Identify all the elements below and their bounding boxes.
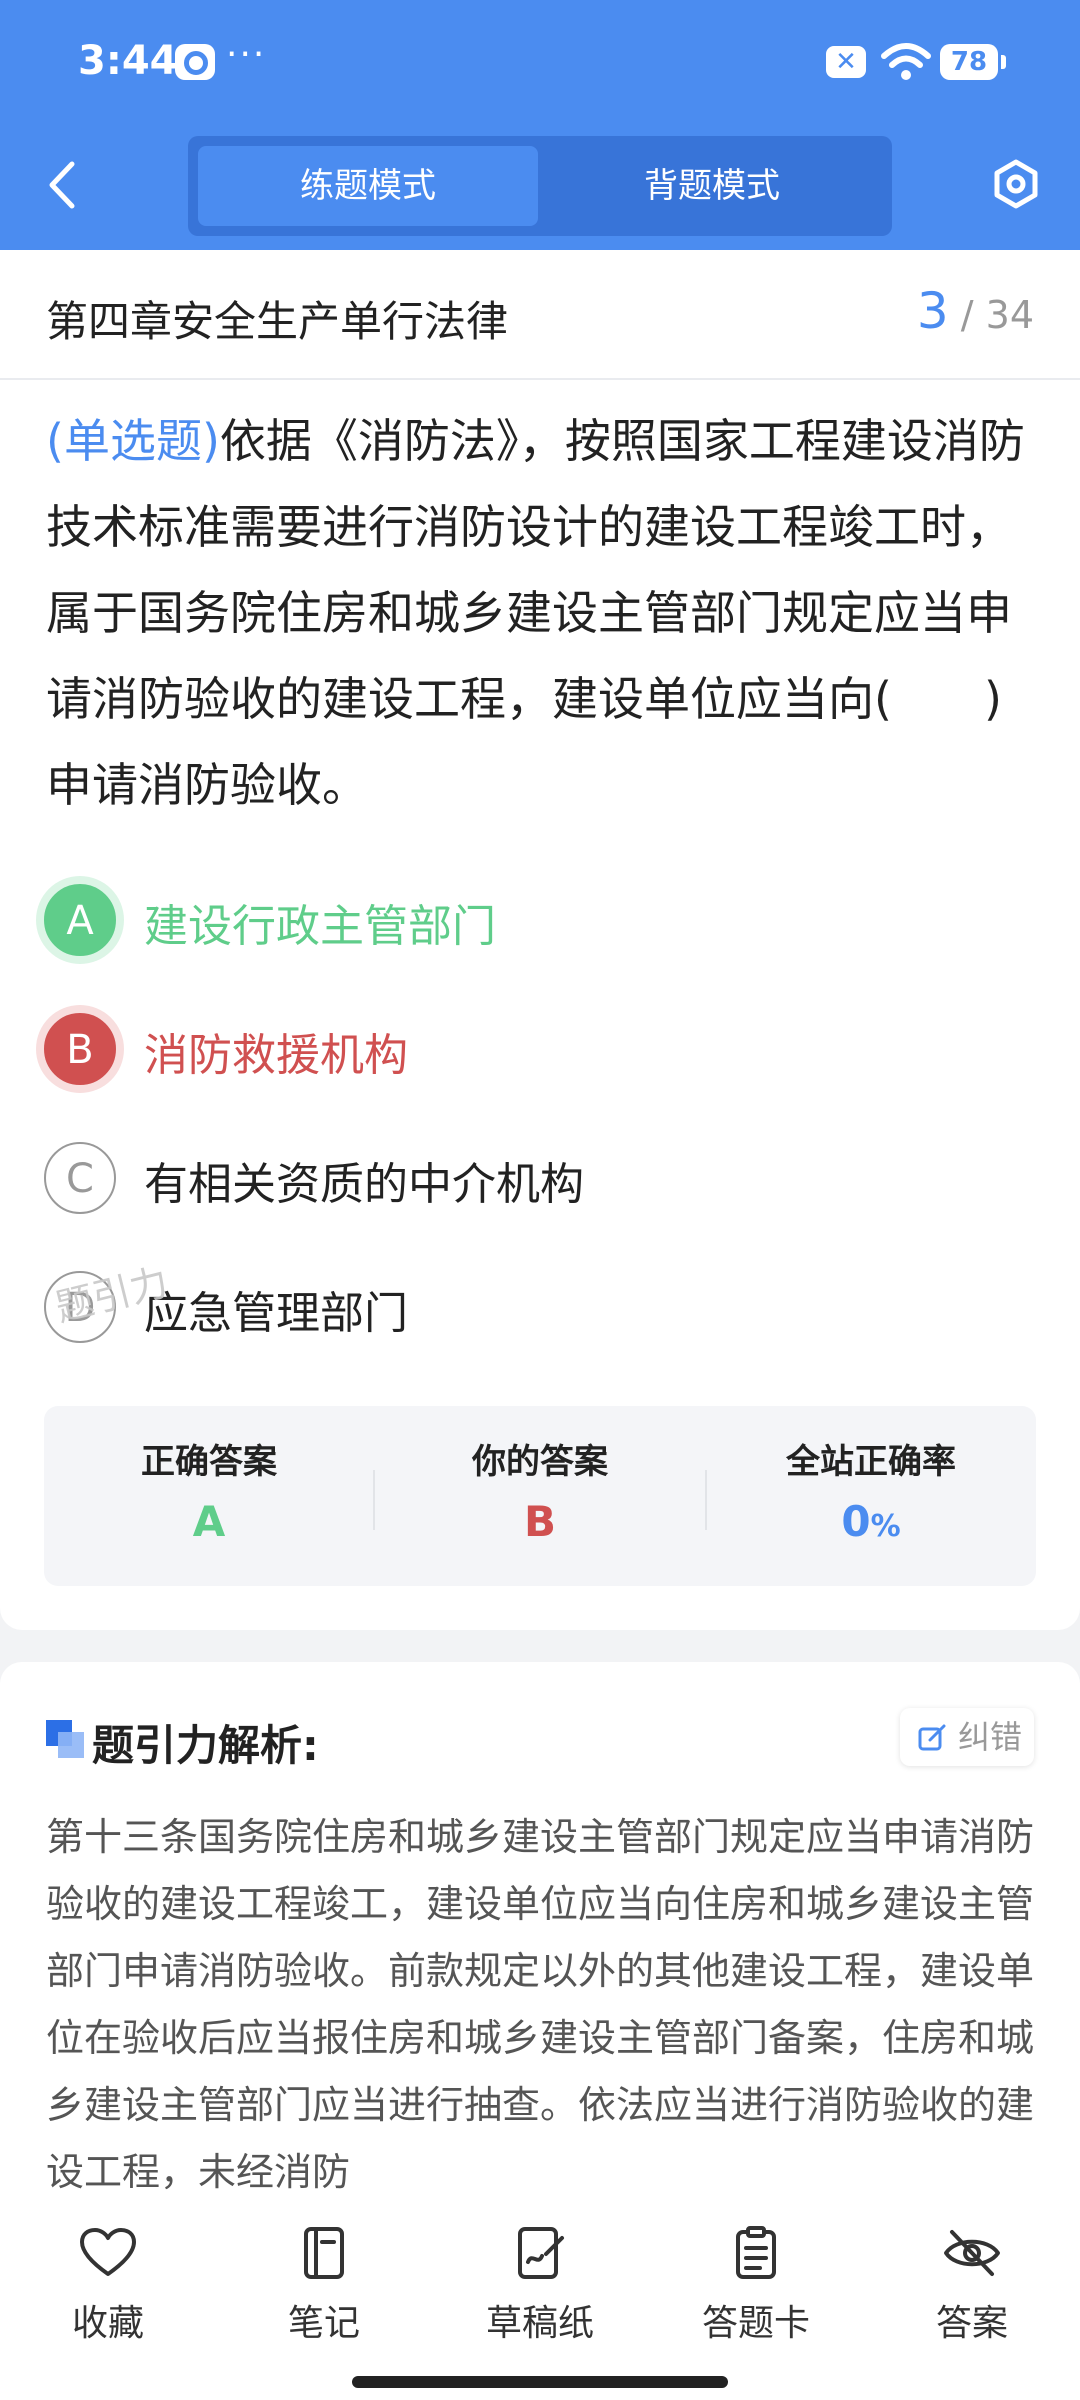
battery-indicator: 78 (940, 44, 1006, 80)
notes-label: 笔记 (287, 2303, 360, 2344)
notebook-icon (304, 2227, 344, 2279)
chapter-title: 第四章安全生产单行法律 (46, 297, 509, 346)
show-answer-label: 答案 (935, 2303, 1008, 2344)
tab-memorize-mode[interactable]: 背题模式 (542, 146, 882, 226)
mute-icon: ✕ (826, 46, 866, 78)
draft-paper-label: 草稿纸 (485, 2303, 594, 2344)
tab-practice-mode[interactable]: 练题模式 (198, 146, 538, 226)
analysis-text: 第十三条国务院住房和城乡建设主管部门规定应当申请消防验收的建设工程竣工，建设单位… (46, 1815, 1035, 2194)
analysis-title: 题引力解析: (92, 1721, 319, 1770)
correct-answer-col: 正确答案 A (44, 1406, 374, 1586)
accuracy-unit: % (870, 1509, 901, 1544)
your-answer-label: 你的答案 (472, 1442, 608, 1482)
status-time: 3:44 (78, 38, 178, 84)
report-error-label: 纠错 (958, 1718, 1023, 1756)
option-letter: C (44, 1142, 116, 1214)
chapter-row: 第四章安全生产单行法律 3 / 34 (0, 250, 1080, 380)
report-error-button[interactable]: 纠错 (900, 1708, 1034, 1766)
settings-icon[interactable] (990, 158, 1042, 210)
accuracy-number: 0 (841, 1497, 871, 1546)
option-c[interactable]: C 有相关资质的中介机构 (44, 1140, 1034, 1220)
bottom-toolbar: 收藏 笔记 草稿纸 答题卡 答案 (0, 2210, 1080, 2400)
accuracy-col: 全站正确率 0% (706, 1406, 1036, 1586)
analysis-squares-icon (46, 1720, 86, 1760)
edit-icon (918, 1724, 946, 1751)
your-answer-col: 你的答案 B (375, 1406, 705, 1586)
heart-icon (80, 2228, 136, 2276)
option-text: 建设行政主管部门 (144, 901, 496, 952)
option-text: 有相关资质的中介机构 (144, 1159, 584, 1210)
status-more-dots: ··· (226, 34, 267, 75)
accuracy-value: 0% (706, 1497, 1036, 1546)
wifi-icon (881, 43, 931, 80)
progress-total: 34 (985, 293, 1034, 337)
draft-paper-button[interactable]: 草稿纸 (440, 2226, 640, 2356)
notification-app-icon (175, 44, 215, 80)
notes-button[interactable]: 笔记 (224, 2226, 424, 2356)
analysis-card: 题引力解析: 纠错 第十三条国务院住房和城乡建设主管部门规定应当申请消防验收的建… (0, 1662, 1080, 2222)
favorite-button[interactable]: 收藏 (8, 2226, 208, 2356)
option-a[interactable]: A 建设行政主管部门 (44, 882, 1034, 962)
progress-current: 3 (916, 282, 949, 340)
eye-off-icon (944, 2230, 1000, 2276)
correct-answer-value: A (192, 1497, 226, 1546)
option-text: 消防救援机构 (144, 1030, 408, 1081)
progress-separator: / (960, 293, 974, 337)
accuracy-label: 全站正确率 (786, 1442, 956, 1482)
option-d[interactable]: D 应急管理部门 (44, 1269, 1034, 1349)
option-text: 应急管理部门 (144, 1288, 408, 1339)
option-letter: B (44, 1013, 116, 1085)
answer-summary: 正确答案 A 你的答案 B 全站正确率 0% (44, 1406, 1036, 1586)
draft-paper-icon (518, 2227, 564, 2279)
show-answer-button[interactable]: 答案 (872, 2226, 1072, 2356)
question-body: 依据《消防法》，按照国家工程建设消防技术标准需要进行消防设计的建设工程竣工时，属… (46, 414, 1025, 812)
your-answer-value: B (523, 1497, 556, 1546)
mode-switch: 练题模式 背题模式 (188, 136, 892, 236)
question-stem: (单选题)依据《消防法》，按照国家工程建设消防技术标准需要进行消防设计的建设工程… (46, 398, 1036, 828)
back-button[interactable] (42, 158, 82, 212)
question-card: 第四章安全生产单行法律 3 / 34 (单选题)依据《消防法》，按照国家工程建设… (0, 250, 1080, 1630)
answer-card-label: 答题卡 (701, 2303, 810, 2344)
answer-card-icon (736, 2226, 776, 2279)
correct-answer-label: 正确答案 (141, 1442, 277, 1482)
option-b[interactable]: B 消防救援机构 (44, 1011, 1034, 1091)
favorite-label: 收藏 (71, 2303, 144, 2344)
question-type: (单选题) (46, 414, 220, 468)
question-progress: 3 / 34 (917, 282, 1034, 340)
home-indicator (352, 2376, 728, 2388)
option-letter: A (44, 884, 116, 956)
app-header: 3:44 ··· ✕ 78 练题模式 背题模式 (0, 0, 1080, 250)
answer-card-button[interactable]: 答题卡 (656, 2226, 856, 2356)
